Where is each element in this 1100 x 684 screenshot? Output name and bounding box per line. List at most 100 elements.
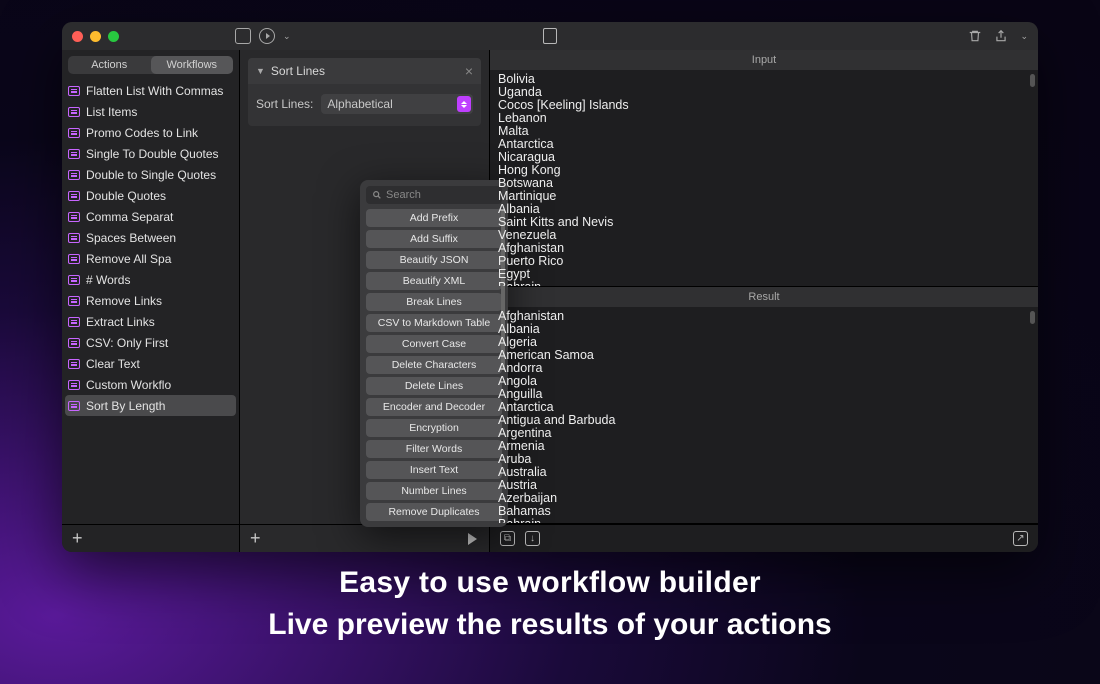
sidebar-item-workflow[interactable]: CSV: Only First (62, 332, 239, 353)
sidebar-item-workflow[interactable]: # Words (62, 269, 239, 290)
text-line: Bahamas (498, 505, 1030, 518)
expand-button[interactable]: ↗ (1013, 531, 1028, 546)
sidebar-footer: + (62, 524, 239, 552)
action-picker-item[interactable]: CSV to Markdown Table (366, 314, 502, 332)
text-line: Aruba (498, 453, 1030, 466)
sidebar-item-label: Sort By Length (86, 399, 165, 413)
action-picker-item[interactable]: Insert Text (366, 461, 502, 479)
sidebar-item-label: CSV: Only First (86, 336, 168, 350)
workflow-icon (68, 233, 80, 243)
add-workflow-button[interactable]: + (72, 528, 83, 549)
text-line: Lebanon (498, 112, 1030, 125)
action-picker-item[interactable]: Convert Case (366, 335, 502, 353)
text-line: Hong Kong (498, 164, 1030, 177)
sidebar-item-workflow[interactable]: Sort By Length (65, 395, 236, 416)
sidebar-toggle-icon[interactable] (235, 28, 251, 44)
workflow-icon (68, 401, 80, 411)
sidebar-item-workflow[interactable]: Double to Single Quotes (62, 164, 239, 185)
workflow-icon (68, 359, 80, 369)
workflow-icon (68, 338, 80, 348)
action-picker-item[interactable]: Beautify XML (366, 272, 502, 290)
share-icon[interactable] (994, 29, 1008, 43)
app-window: ⌄ ⌄ Actions Workflows Flatten List With … (62, 22, 1038, 552)
action-picker-item[interactable]: Encryption (366, 419, 502, 437)
workflow-icon (68, 296, 80, 306)
add-action-button[interactable]: + (250, 528, 261, 549)
chevron-down-icon[interactable]: ⌄ (283, 31, 291, 42)
text-line: Austria (498, 479, 1030, 492)
action-picker-item[interactable]: Break Lines (366, 293, 502, 311)
sidebar-item-workflow[interactable]: Flatten List With Commas (62, 80, 239, 101)
chevron-down-icon[interactable]: ⌄ (1020, 31, 1028, 42)
workflow-editor: ▼ Sort Lines × Sort Lines: Alphabetical … (240, 50, 490, 552)
action-picker-item[interactable]: Remove Duplicates (366, 503, 502, 521)
action-picker-item[interactable]: Number Lines (366, 482, 502, 500)
sidebar-item-label: # Words (86, 273, 130, 287)
close-window-button[interactable] (72, 31, 83, 42)
action-picker-item[interactable]: Beautify JSON (366, 251, 502, 269)
run-workflow-button[interactable] (465, 532, 479, 546)
text-line: Armenia (498, 440, 1030, 453)
caption-line-1: Easy to use workflow builder (0, 566, 1100, 600)
workflow-icon (68, 128, 80, 138)
action-picker-item[interactable]: Filter Words (366, 440, 502, 458)
select-value: Alphabetical (327, 97, 392, 111)
workflow-icon (68, 107, 80, 117)
window-controls (72, 31, 119, 42)
sidebar-item-workflow[interactable]: Spaces Between (62, 227, 239, 248)
text-line: Azerbaijan (498, 492, 1030, 505)
sidebar-item-label: Flatten List With Commas (86, 84, 223, 98)
workflow-icon (68, 254, 80, 264)
sort-mode-select[interactable]: Alphabetical (321, 94, 473, 114)
text-line: Anguilla (498, 388, 1030, 401)
sidebar-item-workflow[interactable]: List Items (62, 101, 239, 122)
sidebar-item-label: Custom Workflo (86, 378, 171, 392)
action-picker-item[interactable]: Add Prefix (366, 209, 502, 227)
sidebar-item-workflow[interactable]: Remove Links (62, 290, 239, 311)
text-line: Malta (498, 125, 1030, 138)
sidebar-item-workflow[interactable]: Clear Text (62, 353, 239, 374)
tab-actions[interactable]: Actions (68, 56, 151, 74)
action-picker-item[interactable]: Delete Lines (366, 377, 502, 395)
text-line: Puerto Rico (498, 255, 1030, 268)
sidebar-item-label: Double to Single Quotes (86, 168, 216, 182)
scrollbar[interactable] (1030, 311, 1035, 324)
workflow-icon (68, 86, 80, 96)
sidebar-item-workflow[interactable]: Comma Separat (62, 206, 239, 227)
workflow-icon (68, 191, 80, 201)
text-line: Cocos [Keeling] Islands (498, 99, 1030, 112)
sidebar-item-workflow[interactable]: Double Quotes (62, 185, 239, 206)
input-pane-header: Input (490, 50, 1038, 70)
workflow-icon (68, 380, 80, 390)
sidebar-item-workflow[interactable]: Single To Double Quotes (62, 143, 239, 164)
zoom-window-button[interactable] (108, 31, 119, 42)
tab-workflows[interactable]: Workflows (151, 56, 234, 74)
sidebar-item-workflow[interactable]: Extract Links (62, 311, 239, 332)
sidebar-item-workflow[interactable]: Custom Workflo (62, 374, 239, 395)
minimize-window-button[interactable] (90, 31, 101, 42)
text-line: Bahrain (498, 518, 1030, 523)
sidebar-item-workflow[interactable]: Promo Codes to Link (62, 122, 239, 143)
text-line: Argentina (498, 427, 1030, 440)
scrollbar[interactable] (1030, 74, 1035, 87)
input-pane: Input BoliviaUgandaCocos [Keeling] Islan… (490, 50, 1038, 287)
copy-button[interactable]: ⧉ (500, 531, 515, 546)
sidebar-item-label: Remove Links (86, 294, 162, 308)
text-line: Bahrain (498, 281, 1030, 286)
action-picker-item[interactable]: Encoder and Decoder (366, 398, 502, 416)
action-picker-item[interactable]: Add Suffix (366, 230, 502, 248)
trash-icon[interactable] (968, 29, 982, 43)
remove-action-button[interactable]: × (465, 63, 473, 79)
document-icon[interactable] (543, 28, 557, 44)
text-line: Albania (498, 323, 1030, 336)
action-title: Sort Lines (271, 64, 325, 78)
search-input[interactable]: Search (366, 186, 502, 204)
export-button[interactable]: ↓ (525, 531, 540, 546)
disclosure-triangle-icon[interactable]: ▼ (256, 66, 265, 76)
sidebar-item-workflow[interactable]: Remove All Spa (62, 248, 239, 269)
input-text[interactable]: BoliviaUgandaCocos [Keeling] IslandsLeba… (490, 70, 1038, 286)
run-icon[interactable] (259, 28, 275, 44)
text-line: Angola (498, 375, 1030, 388)
action-picker-item[interactable]: Delete Characters (366, 356, 502, 374)
sidebar-item-label: List Items (86, 105, 137, 119)
